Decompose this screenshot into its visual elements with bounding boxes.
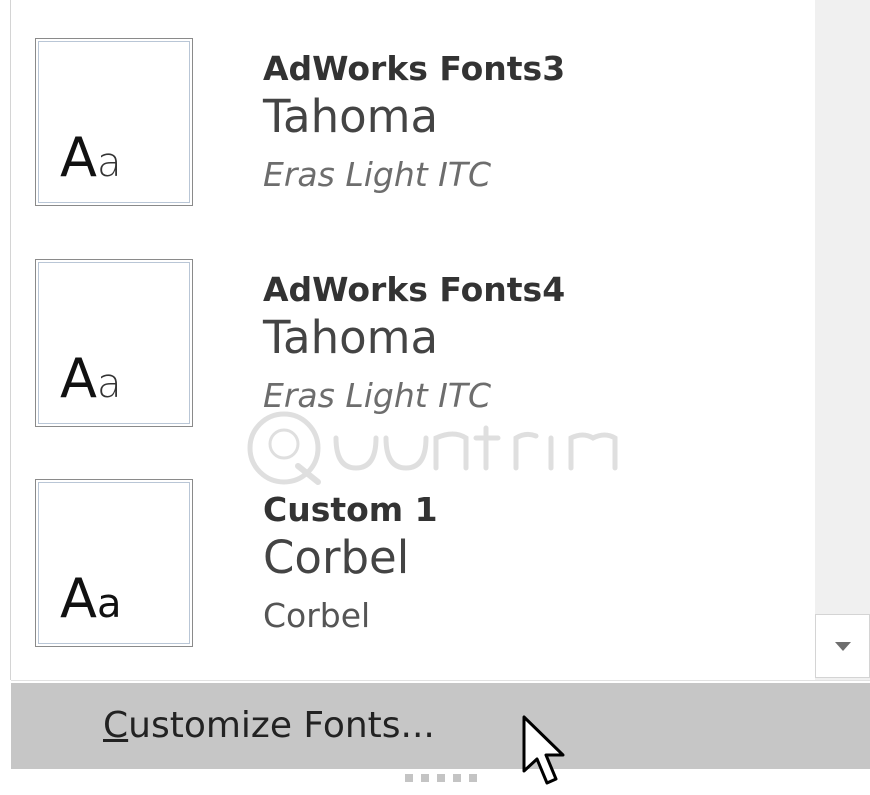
grip-dot <box>469 774 477 782</box>
preview-uppercase: A <box>60 347 97 410</box>
font-set-info: Custom 1 Corbel Corbel <box>263 491 803 637</box>
font-set-name: Custom 1 <box>263 490 438 529</box>
grip-dot <box>421 774 429 782</box>
gallery-scrollbar[interactable] <box>815 0 870 680</box>
font-preview-thumbnail: Aa <box>35 259 193 427</box>
heading-font-name: Corbel <box>263 531 410 584</box>
body-font-name: Eras Light ITC <box>263 155 492 194</box>
chevron-down-icon <box>835 642 851 651</box>
access-key-letter: C <box>103 705 129 746</box>
heading-font-name: Tahoma <box>263 90 439 143</box>
font-set-name: AdWorks Fonts4 <box>263 270 566 309</box>
fonts-gallery-dropdown: Aa AdWorks Fonts3 Tahoma Eras Light ITC … <box>0 0 870 789</box>
menu-separator <box>11 680 870 681</box>
heading-font-name: Tahoma <box>263 311 439 364</box>
grip-dot <box>437 774 445 782</box>
scroll-down-button[interactable] <box>815 614 870 678</box>
customize-fonts-label: Customize Fonts... <box>103 705 435 746</box>
font-set-info: AdWorks Fonts3 Tahoma Eras Light ITC <box>263 50 803 196</box>
font-set-list: Aa AdWorks Fonts3 Tahoma Eras Light ITC … <box>11 0 815 680</box>
font-set-item-adworks-fonts3[interactable]: Aa AdWorks Fonts3 Tahoma Eras Light ITC <box>11 28 815 248</box>
preview-uppercase: A <box>60 567 97 630</box>
resize-grip[interactable] <box>405 774 477 782</box>
preview-lowercase: a <box>96 581 122 627</box>
grip-dot <box>405 774 413 782</box>
grip-dot <box>453 774 461 782</box>
preview-lowercase: a <box>96 361 122 407</box>
mouse-pointer-icon <box>522 715 565 785</box>
font-set-info: AdWorks Fonts4 Tahoma Eras Light ITC <box>263 271 803 417</box>
customize-fonts-menu-item[interactable]: Customize Fonts... <box>11 683 870 769</box>
font-preview-thumbnail: Aa <box>35 479 193 647</box>
font-set-item-adworks-fonts4[interactable]: Aa AdWorks Fonts4 Tahoma Eras Light ITC <box>11 249 815 469</box>
font-preview-glyphs: Aa <box>60 352 121 406</box>
font-preview-glyphs: Aa <box>60 572 121 626</box>
preview-lowercase: a <box>96 140 122 186</box>
customize-fonts-label-rest: ustomize Fonts... <box>128 705 435 746</box>
body-font-name: Corbel <box>263 596 371 635</box>
preview-uppercase: A <box>60 126 97 189</box>
font-preview-thumbnail: Aa <box>35 38 193 206</box>
font-preview-glyphs: Aa <box>60 131 121 185</box>
body-font-name: Eras Light ITC <box>263 376 492 415</box>
font-set-name: AdWorks Fonts3 <box>263 49 566 88</box>
font-set-item-custom-1[interactable]: Aa Custom 1 Corbel Corbel <box>11 469 815 689</box>
